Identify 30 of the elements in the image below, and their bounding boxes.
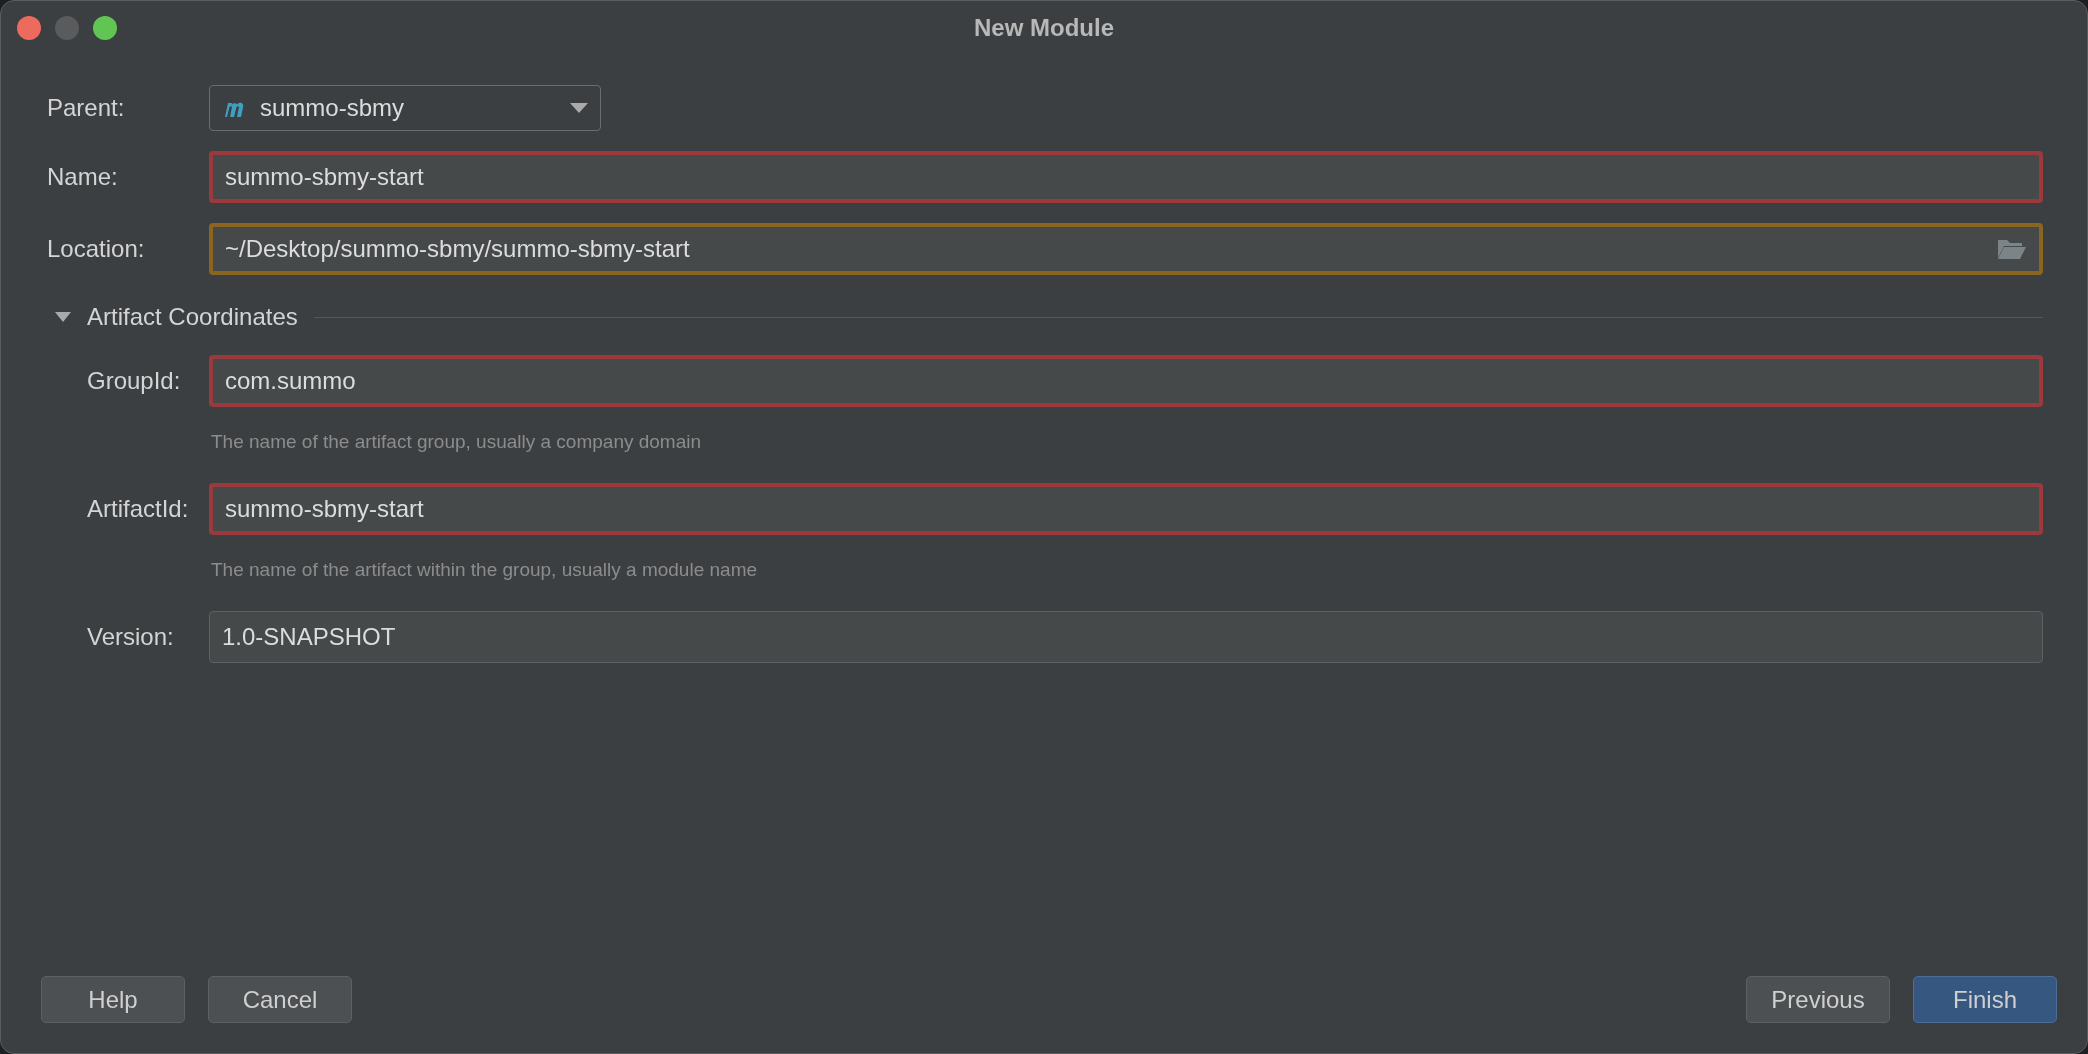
dialog-button[interactable]: Cancel xyxy=(208,976,352,1023)
parent-dropdown[interactable]: summo-sbmy xyxy=(209,85,601,131)
field-input[interactable]: summo-sbmy-start xyxy=(225,495,2027,523)
dialog-button[interactable]: Finish xyxy=(1913,976,2057,1023)
field-label: GroupId: xyxy=(87,367,182,395)
maximize-icon[interactable] xyxy=(93,16,117,40)
close-icon[interactable] xyxy=(17,16,41,40)
folder-icon[interactable] xyxy=(1997,238,2027,260)
text-field[interactable]: 1.0-SNAPSHOT xyxy=(209,611,2043,663)
dialog-button[interactable]: Help xyxy=(41,976,185,1023)
text-field[interactable]: summo-sbmy-start xyxy=(209,483,2043,535)
field-label: Location: xyxy=(47,235,146,263)
field-input[interactable]: summo-sbmy-start xyxy=(225,163,2027,191)
name-field[interactable]: summo-sbmy-start xyxy=(209,151,2043,203)
field-label: Parent: xyxy=(47,94,126,122)
field-label: Name: xyxy=(47,163,119,191)
collapse-triangle-icon[interactable] xyxy=(55,312,71,322)
field-input[interactable]: com.summo xyxy=(225,367,2027,395)
window-title: New Module xyxy=(974,14,1114,42)
text-field[interactable]: com.summo xyxy=(209,355,2043,407)
field-label: Version: xyxy=(87,623,175,651)
field-input[interactable]: ~/Desktop/summo-sbmy/summo-sbmy-start xyxy=(225,235,1987,263)
field-hint: The name of the artifact within the group, usually a module name xyxy=(211,559,759,581)
location-field[interactable]: ~/Desktop/summo-sbmy/summo-sbmy-start xyxy=(209,223,2043,275)
field-label: ArtifactId: xyxy=(87,495,190,523)
dropdown-arrow-icon xyxy=(570,103,588,113)
field-hint: The name of the artifact group, usually a company domain xyxy=(211,431,703,453)
field-input[interactable]: 1.0-SNAPSHOT xyxy=(222,623,2030,651)
dialog-button[interactable]: Previous xyxy=(1746,976,1890,1023)
section-title: Artifact Coordinates xyxy=(87,303,298,331)
